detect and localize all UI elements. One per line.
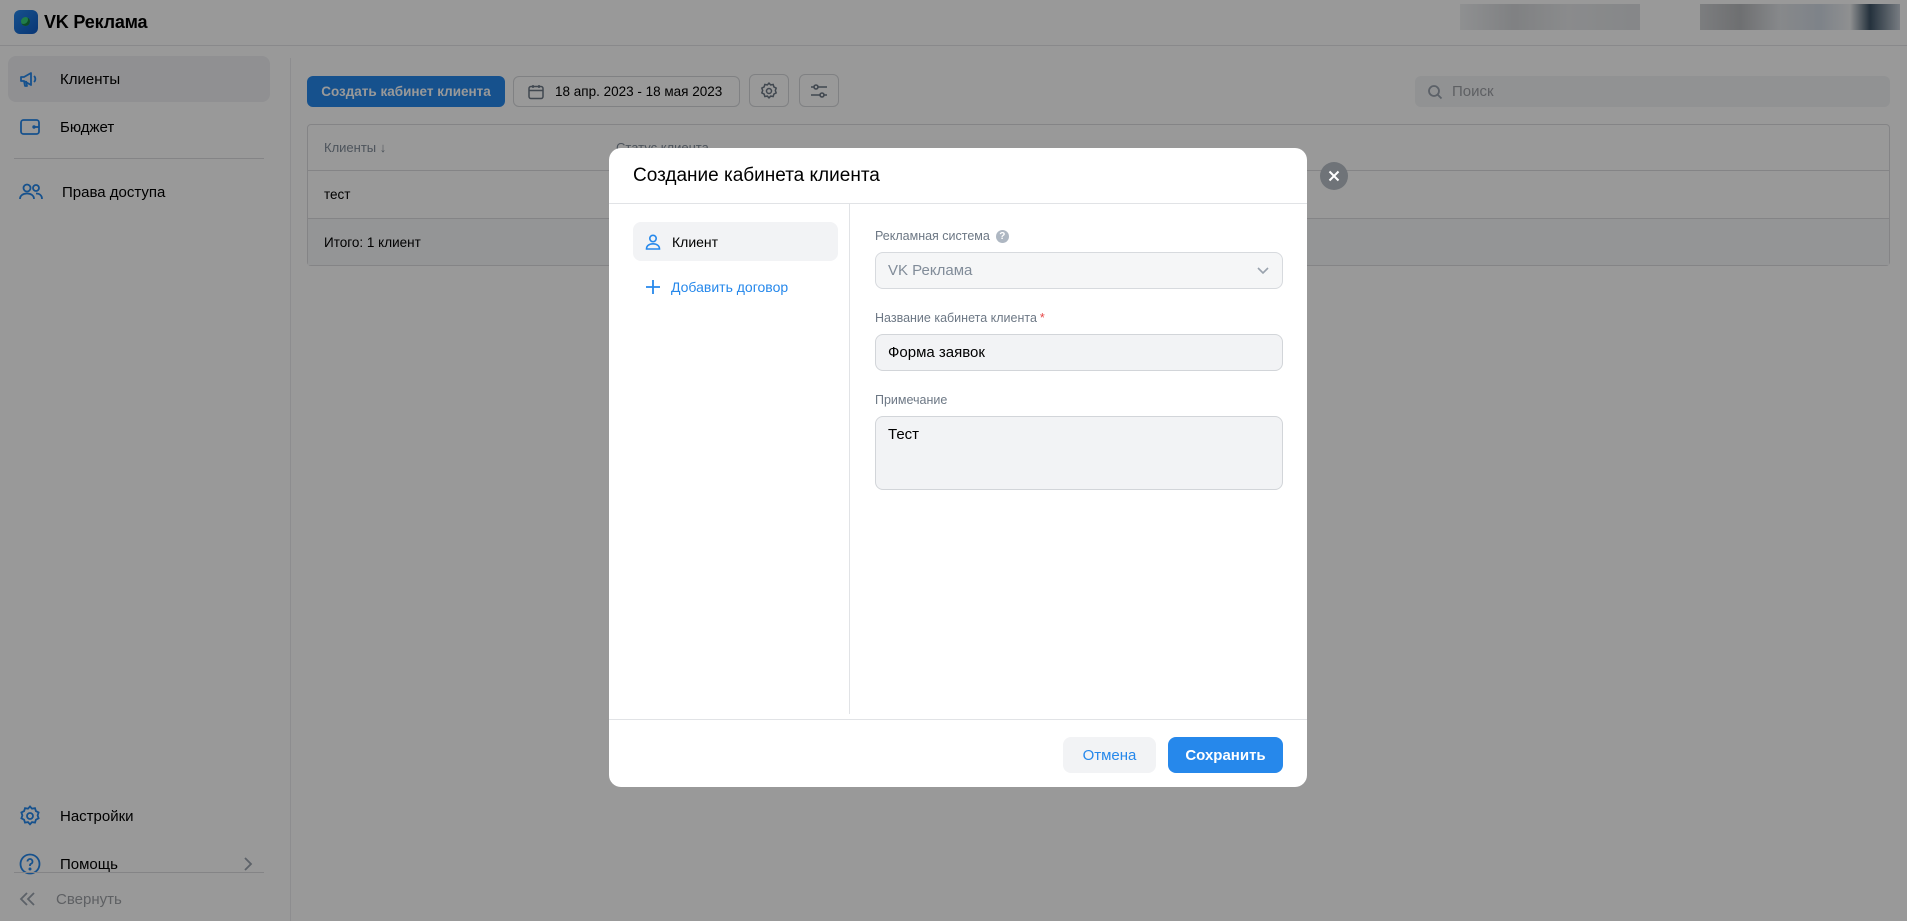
modal-body: Клиент Добавить договор Рекламная систем… xyxy=(609,148,1307,787)
note-label: Примечание xyxy=(875,393,947,407)
add-contract-button[interactable]: Добавить договор xyxy=(645,271,788,303)
cabinet-name-label-text: Название кабинета клиента xyxy=(875,311,1037,325)
question-icon[interactable]: ? xyxy=(995,229,1009,243)
required-asterisk: * xyxy=(1039,311,1045,325)
chevron-down-icon xyxy=(1257,267,1269,275)
ad-system-label-text: Рекламная система xyxy=(875,229,990,243)
ad-system-value: VK Реклама xyxy=(888,262,973,279)
ad-system-label: Рекламная система ? xyxy=(875,229,1009,243)
cancel-button[interactable]: Отмена xyxy=(1063,737,1156,773)
save-button[interactable]: Сохранить xyxy=(1168,737,1283,773)
note-label-text: Примечание xyxy=(875,393,948,407)
tab-client-label: Клиент xyxy=(672,233,719,250)
cabinet-name-label: Название кабинета клиента * xyxy=(875,311,1045,325)
add-contract-label: Добавить договор xyxy=(671,279,789,295)
note-textarea[interactable]: Тест xyxy=(875,416,1283,490)
close-icon xyxy=(1328,170,1340,182)
plus-icon xyxy=(646,280,660,294)
close-modal-button[interactable] xyxy=(1320,162,1348,190)
cabinet-name-input[interactable]: Форма заявок xyxy=(875,334,1283,371)
ad-system-select[interactable]: VK Реклама xyxy=(875,252,1283,289)
cabinet-name-value: Форма заявок xyxy=(888,344,985,361)
note-value: Тест xyxy=(888,426,920,443)
modal-footer-divider xyxy=(609,719,1307,720)
tab-client[interactable]: Клиент xyxy=(633,222,838,261)
user-icon xyxy=(645,233,661,250)
